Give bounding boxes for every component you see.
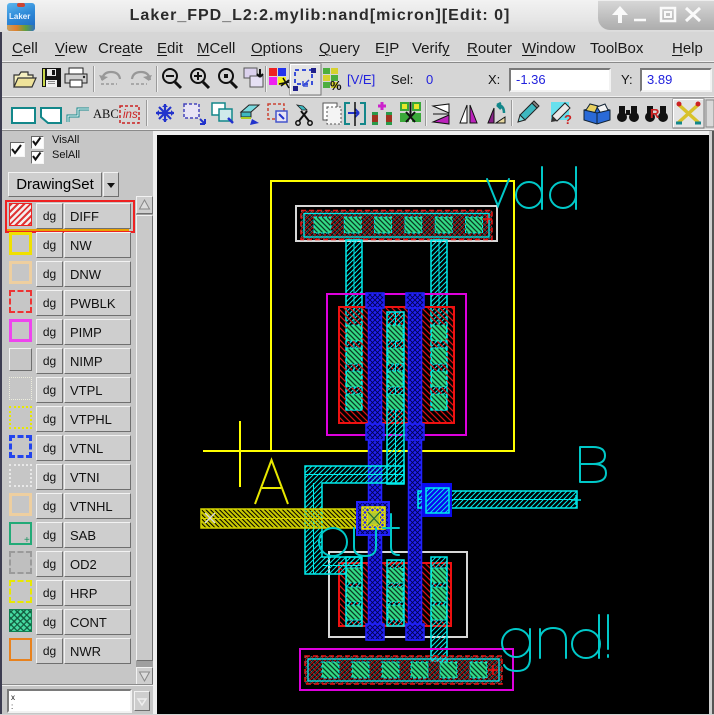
svg-text:R: R [650, 106, 660, 121]
svg-text:ins: ins [123, 109, 138, 121]
svg-text:%: % [330, 78, 342, 93]
svg-text:ABC: ABC [93, 107, 119, 121]
svg-text:?: ? [564, 112, 572, 127]
